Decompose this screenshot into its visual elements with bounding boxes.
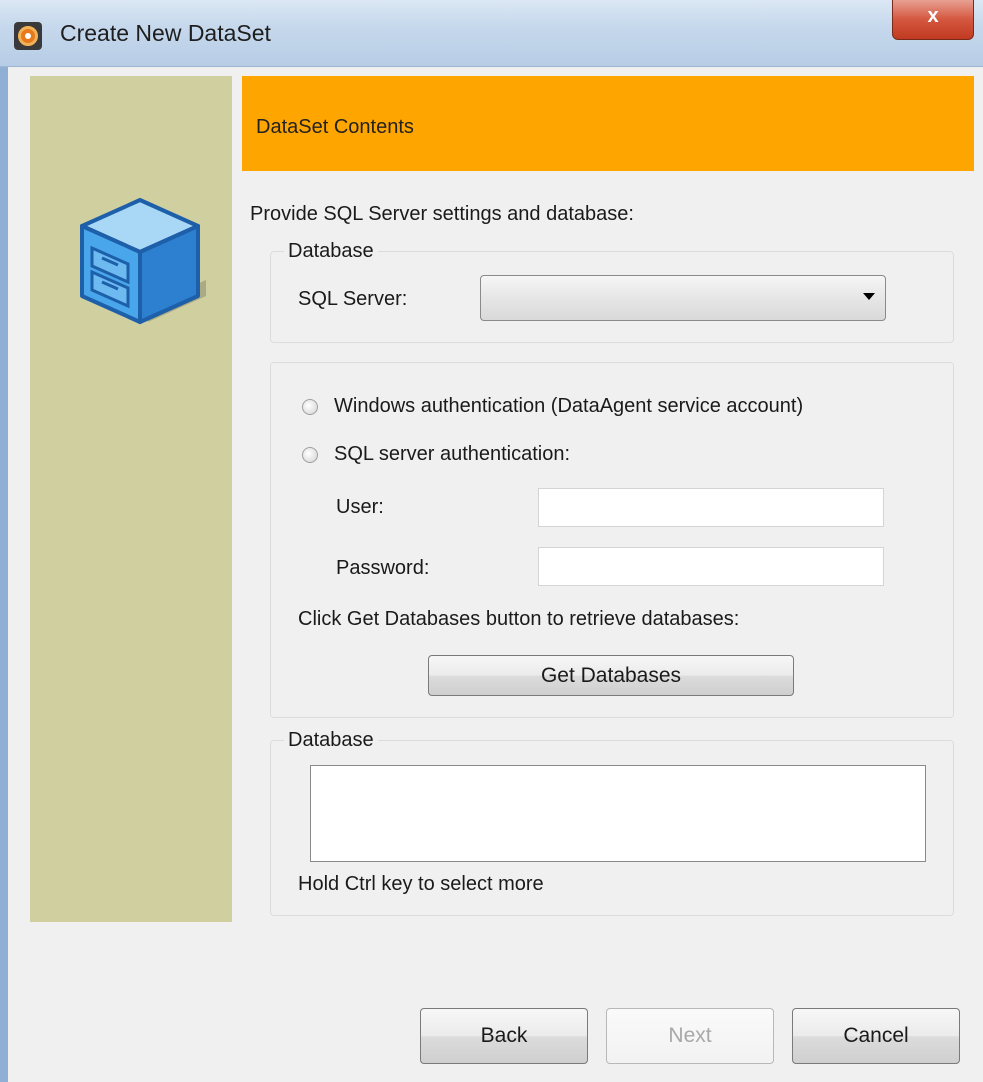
sql-auth-radio[interactable] [302, 447, 318, 463]
intro-text: Provide SQL Server settings and database… [250, 203, 634, 225]
create-dataset-window: Create New DataSet x DataSet Contents Pr… [0, 0, 983, 1082]
sql-server-dropdown[interactable] [480, 275, 886, 321]
password-input[interactable] [538, 547, 884, 586]
user-label: User: [336, 496, 384, 518]
sql-server-label: SQL Server: [298, 288, 408, 310]
close-icon: x [927, 5, 939, 27]
server-group-legend: Database [284, 240, 378, 263]
windows-auth-label[interactable]: Windows authentication (DataAgent servic… [334, 395, 803, 418]
get-databases-hint: Click Get Databases button to retrieve d… [298, 608, 740, 630]
windows-auth-radio[interactable] [302, 399, 318, 415]
database-cube-icon [80, 198, 206, 324]
header-band: DataSet Contents [242, 76, 974, 171]
multi-select-hint: Hold Ctrl key to select more [298, 873, 544, 895]
cancel-button[interactable]: Cancel [792, 1008, 960, 1064]
wizard-sidebar [30, 76, 232, 922]
database-listbox[interactable] [310, 765, 926, 862]
sql-auth-label[interactable]: SQL server authentication: [334, 443, 570, 466]
chevron-down-icon [863, 293, 875, 300]
close-button[interactable]: x [892, 0, 974, 40]
password-label: Password: [336, 557, 430, 579]
get-databases-button[interactable]: Get Databases [428, 655, 794, 696]
title-bar[interactable]: Create New DataSet x [0, 0, 983, 67]
page-title: DataSet Contents [256, 116, 414, 138]
database-group-legend: Database [284, 729, 378, 752]
window-title: Create New DataSet [60, 20, 271, 46]
next-button[interactable]: Next [606, 1008, 774, 1064]
user-input[interactable] [538, 488, 884, 527]
app-icon [14, 22, 42, 50]
back-button[interactable]: Back [420, 1008, 588, 1064]
